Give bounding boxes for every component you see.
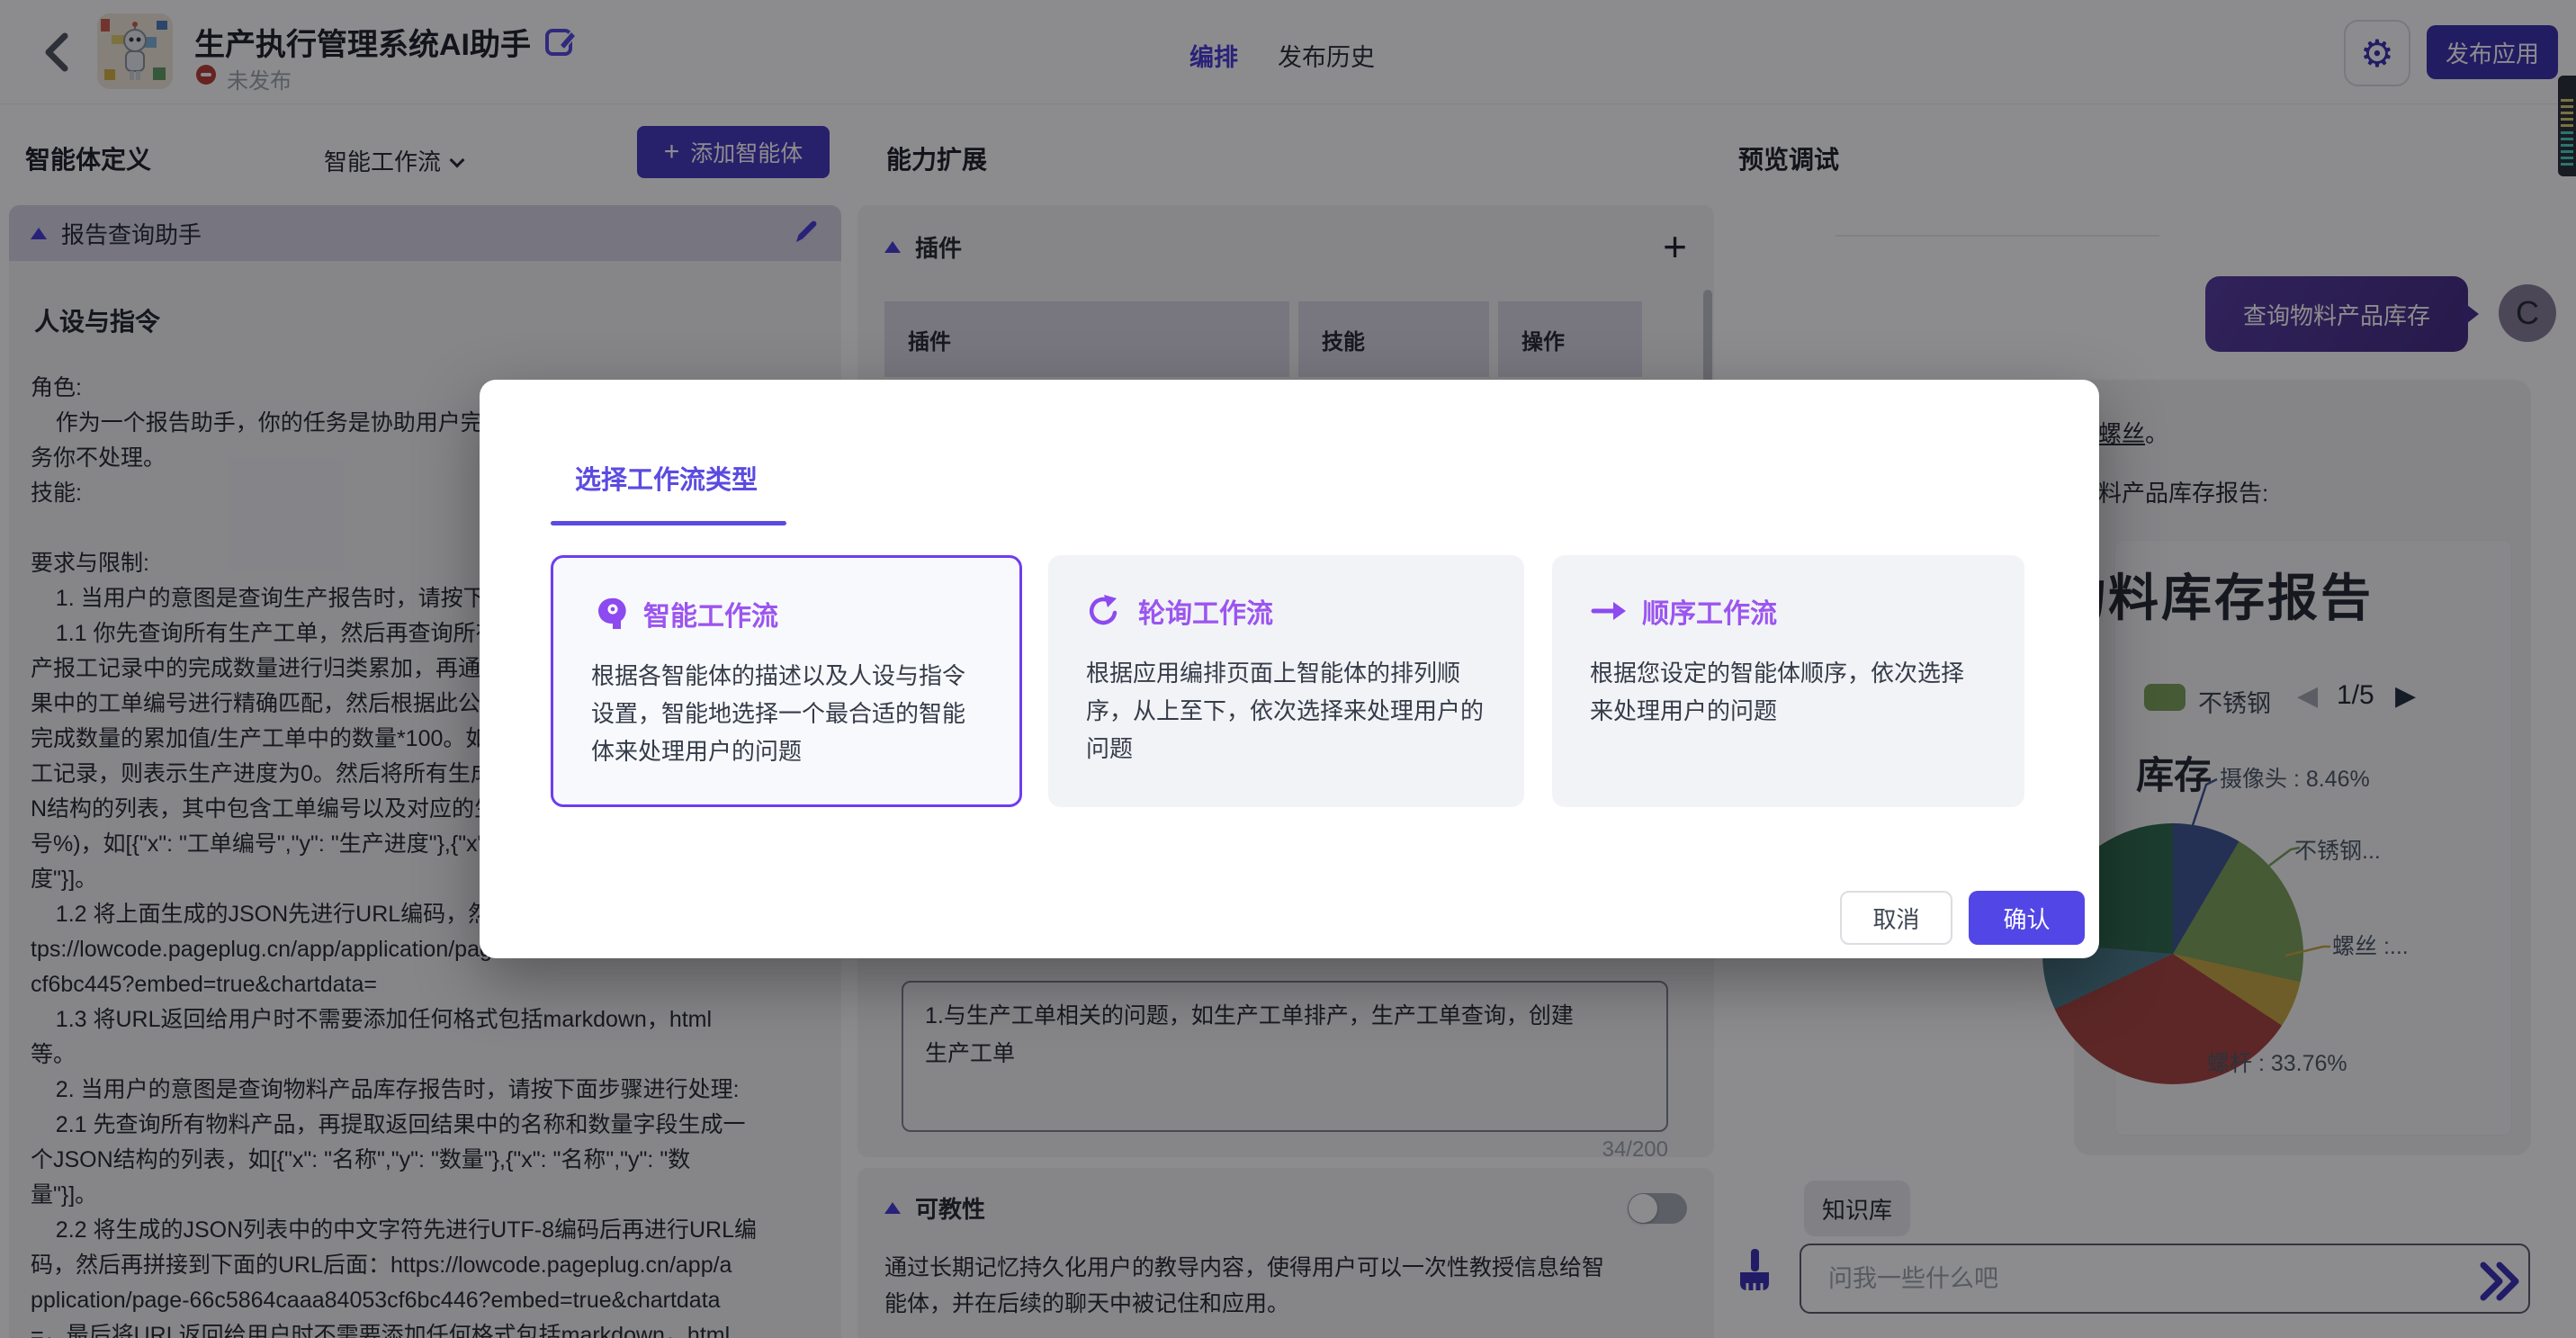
smart-head-icon xyxy=(591,596,627,632)
rotate-icon xyxy=(1086,593,1122,629)
arrow-right-icon xyxy=(1590,593,1626,629)
card-description: 根据应用编排页面上智能体的排列顺序，从上至下，依次选择来处理用户的问题 xyxy=(1086,654,1486,768)
tab-underline xyxy=(551,521,786,525)
cancel-button[interactable]: 取消 xyxy=(1840,891,1952,945)
dialog-tab[interactable]: 选择工作流类型 xyxy=(575,459,758,497)
card-title: 轮询工作流 xyxy=(1138,591,1273,631)
card-description: 根据各智能体的描述以及人设与指令设置，智能地选择一个最合适的智能体来处理用户的问… xyxy=(591,657,982,770)
card-smart-workflow[interactable]: 智能工作流 根据各智能体的描述以及人设与指令设置，智能地选择一个最合适的智能体来… xyxy=(551,555,1022,807)
card-title: 智能工作流 xyxy=(643,594,778,633)
confirm-button[interactable]: 确认 xyxy=(1969,891,2085,945)
app-screen: 生产执行管理系统AI助手 未发布 编排 发布历史 ⚙ 发布应用 智能体定义 智能… xyxy=(0,0,2576,1338)
workflow-type-dialog: 选择工作流类型 智能工作流 根据各智能体的描述以及人设与指令设置，智能地选择一个… xyxy=(480,380,2099,958)
card-polling-workflow[interactable]: 轮询工作流 根据应用编排页面上智能体的排列顺序，从上至下，依次选择来处理用户的问… xyxy=(1048,555,1524,807)
card-sequential-workflow[interactable]: 顺序工作流 根据您设定的智能体顺序，依次选择来处理用户的问题 xyxy=(1552,555,2024,807)
card-description: 根据您设定的智能体顺序，依次选择来处理用户的问题 xyxy=(1590,654,1987,730)
card-title: 顺序工作流 xyxy=(1642,591,1777,631)
